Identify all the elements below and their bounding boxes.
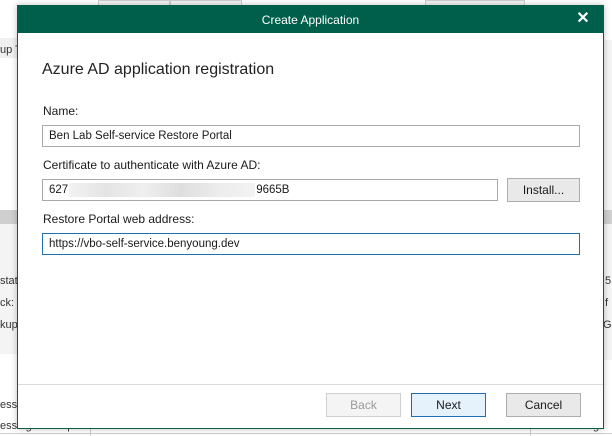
next-button[interactable]: Next	[411, 393, 486, 417]
background-text: essi	[0, 399, 17, 411]
name-field[interactable]: Ben Lab Self-service Restore Portal	[42, 125, 580, 147]
background-divider	[0, 433, 612, 434]
redacted-blur	[69, 182, 256, 197]
portal-address-value: https://vbo-self-service.benyoung.dev	[49, 238, 240, 250]
background-left-column	[0, 224, 17, 354]
portal-address-field[interactable]: https://vbo-self-service.benyoung.dev	[42, 233, 580, 255]
cancel-button[interactable]: Cancel	[506, 393, 581, 417]
certificate-prefix: 627	[49, 184, 69, 196]
certificate-label: Certificate to authenticate with Azure A…	[43, 158, 261, 172]
portal-address-label: Restore Portal web address:	[43, 212, 195, 226]
background-text: f	[605, 297, 609, 309]
close-icon[interactable]: ✕	[573, 9, 593, 29]
name-label: Name:	[43, 104, 79, 118]
create-application-dialog: Create Application ✕ Azure AD applicatio…	[17, 5, 604, 429]
dialog-title-bar[interactable]: Create Application ✕	[18, 6, 603, 33]
background-text: kup	[0, 319, 17, 331]
background-text: Gl	[603, 319, 612, 331]
page-heading: Azure AD application registration	[42, 61, 275, 78]
back-button[interactable]: Back	[326, 393, 401, 417]
background-right-header	[604, 210, 612, 224]
certificate-field[interactable]: 627 9665B	[42, 179, 498, 201]
background-text: stat	[0, 275, 17, 287]
install-button[interactable]: Install...	[507, 178, 580, 202]
background-text: 5	[605, 275, 612, 287]
dialog-title: Create Application	[261, 13, 360, 27]
background-text: ck:	[0, 297, 15, 309]
certificate-suffix: 9665B	[256, 184, 290, 196]
name-field-value: Ben Lab Self-service Restore Portal	[49, 130, 232, 142]
background-text: up T	[0, 44, 17, 56]
background-left-header	[0, 210, 17, 224]
background-right-column	[604, 40, 612, 360]
footer-divider	[18, 384, 603, 385]
